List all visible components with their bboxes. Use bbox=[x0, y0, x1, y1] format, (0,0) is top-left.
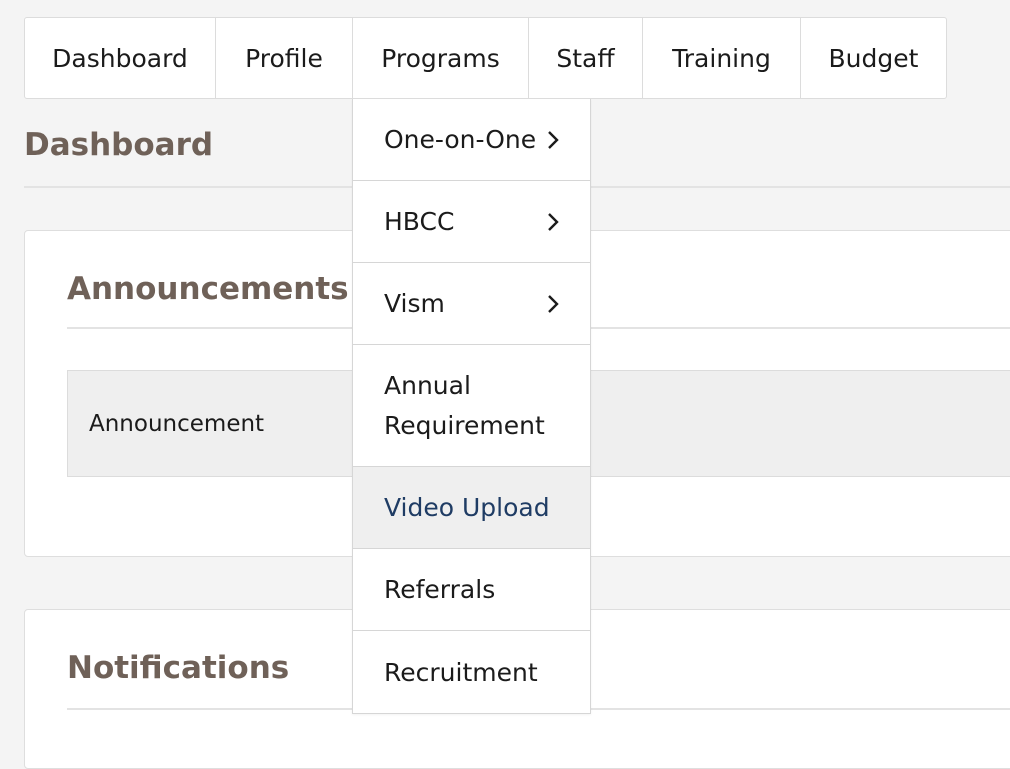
menu-item-label: Vism bbox=[384, 289, 445, 318]
nav-budget[interactable]: Budget bbox=[801, 18, 946, 98]
nav-dashboard[interactable]: Dashboard bbox=[25, 18, 216, 98]
notifications-title: Notifications bbox=[67, 650, 290, 686]
menu-item-label: Referrals bbox=[384, 575, 496, 604]
menu-item-label: Recruitment bbox=[384, 657, 538, 687]
page-title: Dashboard bbox=[24, 127, 214, 163]
menu-item-referrals[interactable]: Referrals bbox=[353, 549, 590, 631]
nav-profile[interactable]: Profile bbox=[216, 18, 353, 98]
main-navbar: Dashboard Profile Programs Staff Trainin… bbox=[24, 17, 947, 99]
nav-training[interactable]: Training bbox=[643, 18, 801, 98]
programs-dropdown-menu: One-on-One HBCC Vism Annual Requirement … bbox=[352, 99, 591, 714]
menu-item-label: Annual Requirement bbox=[384, 370, 545, 440]
chevron-right-icon bbox=[548, 294, 559, 313]
menu-item-hbcc[interactable]: HBCC bbox=[353, 181, 590, 263]
menu-item-video-upload[interactable]: Video Upload bbox=[353, 467, 590, 549]
menu-item-annual-requirement[interactable]: Annual Requirement bbox=[353, 345, 590, 467]
menu-item-label: One-on-One bbox=[384, 125, 537, 154]
chevron-right-icon bbox=[548, 212, 559, 231]
menu-item-recruitment[interactable]: Recruitment bbox=[353, 631, 590, 713]
column-header-announcement[interactable]: Announcement bbox=[89, 371, 264, 476]
nav-staff[interactable]: Staff bbox=[529, 18, 643, 98]
menu-item-vism[interactable]: Vism bbox=[353, 263, 590, 345]
menu-item-label: HBCC bbox=[384, 207, 455, 236]
menu-item-label: Video Upload bbox=[384, 493, 550, 522]
menu-item-one-on-one[interactable]: One-on-One bbox=[353, 99, 590, 181]
chevron-right-icon bbox=[548, 130, 559, 149]
announcements-title: Announcements bbox=[67, 271, 349, 307]
nav-programs[interactable]: Programs bbox=[353, 18, 529, 98]
